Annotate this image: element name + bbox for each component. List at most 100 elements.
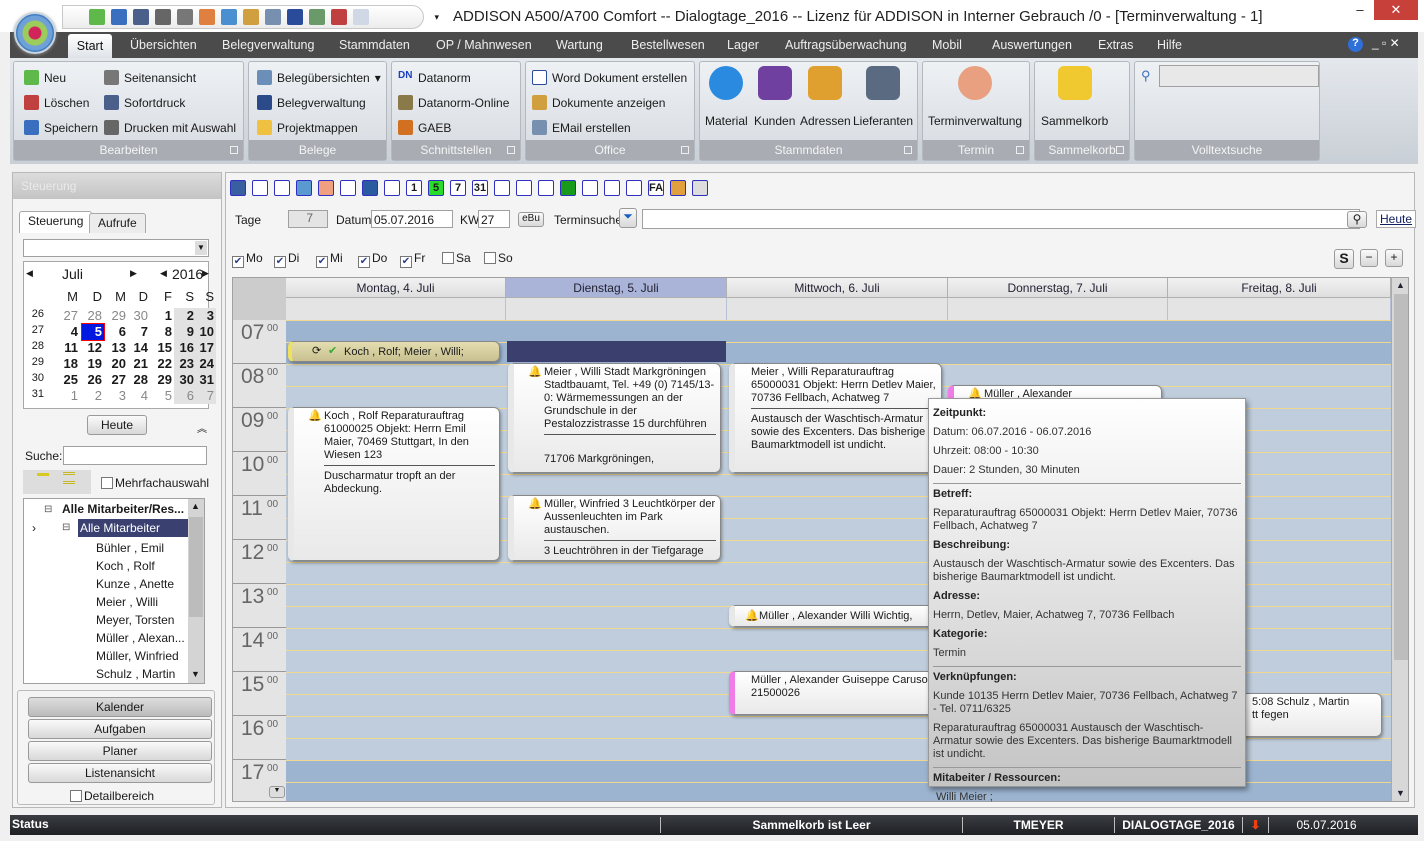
trash-icon[interactable] — [692, 180, 708, 196]
calendar-day[interactable]: 18 — [58, 356, 80, 372]
calendar-day[interactable]: 30 — [128, 308, 150, 324]
datum-input[interactable]: 05.07.2016 — [371, 210, 453, 228]
projektmappen-button[interactable]: Projektmappen — [257, 120, 358, 135]
sort-icon[interactable]: S — [1334, 249, 1354, 269]
tree-item[interactable]: Koch , Rolf — [96, 559, 155, 573]
calendar-day[interactable]: 1 — [152, 308, 174, 324]
printer-icon[interactable] — [155, 9, 171, 25]
calendar-day[interactable]: 11 — [58, 340, 80, 356]
week-view-icon[interactable]: 7 — [450, 180, 466, 196]
calendar-day[interactable]: 1 — [58, 388, 80, 404]
calendar-day[interactable]: 12 — [82, 340, 104, 356]
calendar-day[interactable]: 23 — [174, 356, 196, 372]
calendar-day[interactable]: 21 — [128, 356, 150, 372]
documents-icon[interactable] — [243, 9, 259, 25]
day-header[interactable]: Donnerstag, 7. Juli — [948, 278, 1168, 298]
weekday-checkbox-so[interactable]: So — [484, 251, 526, 268]
email-erstellen-button[interactable]: EMail erstellen — [532, 120, 631, 135]
neu-button[interactable]: Neu — [24, 70, 66, 85]
calendar-day[interactable]: 27 — [106, 372, 128, 388]
calendar-day[interactable]: 29 — [152, 372, 174, 388]
multi-calendar-icon[interactable] — [494, 180, 510, 196]
calendar-day[interactable]: 5 — [81, 323, 105, 341]
calendar-day[interactable]: 31 — [194, 372, 216, 388]
grid-scrollbar[interactable]: ▲ ▼ — [1391, 278, 1408, 801]
menu-tab-start[interactable]: Start — [68, 34, 112, 58]
next-year-icon[interactable]: ▶ — [202, 268, 209, 279]
calendar-day[interactable]: 7 — [194, 388, 216, 404]
scroll-up-icon[interactable]: ▲ — [191, 501, 200, 511]
collapse-icon[interactable]: ︽ — [197, 420, 207, 435]
dokumente-anzeigen-button[interactable]: Dokumente anzeigen — [532, 95, 665, 110]
calendar-day[interactable]: 20 — [106, 356, 128, 372]
calendar-day[interactable]: 9 — [174, 324, 196, 340]
menu-tab-hilfe[interactable]: Hilfe — [1157, 38, 1182, 52]
calendar-day[interactable]: 25 — [58, 372, 80, 388]
trash-icon[interactable] — [331, 9, 347, 25]
refresh-icon[interactable] — [362, 180, 378, 196]
person-icon[interactable] — [538, 180, 554, 196]
calendar-day[interactable]: 29 — [106, 308, 128, 324]
heute-link[interactable]: Heute — [1376, 210, 1417, 228]
preview-icon[interactable] — [252, 180, 268, 196]
calendar-day[interactable]: 7 — [128, 324, 150, 340]
search-input[interactable] — [63, 446, 207, 465]
tab-aufrufe[interactable]: Aufrufe — [89, 213, 146, 233]
calendar-day[interactable]: 6 — [174, 388, 196, 404]
tage-stepper[interactable]: 7 — [288, 210, 328, 228]
calendar-day[interactable]: 22 — [152, 356, 174, 372]
dialog-launcher-icon[interactable] — [507, 146, 515, 154]
beleguebersichten-button[interactable]: Belegübersichten ▾ — [257, 70, 381, 85]
mdi-controls[interactable]: _ ▫ ✕ — [1372, 36, 1400, 50]
kunden-button[interactable]: Kunden — [754, 66, 795, 128]
arrow-down-icon[interactable]: ⬇ — [1242, 817, 1268, 833]
time-slot-row[interactable] — [286, 320, 1391, 342]
prev-year-icon[interactable]: ◀ — [160, 268, 167, 279]
datanorm-online-button[interactable]: Datanorm-Online — [398, 95, 509, 110]
outlook-sync-icon[interactable] — [626, 180, 642, 196]
help-icon[interactable]: ? — [1348, 37, 1363, 52]
tree-item[interactable]: Meier , Willi — [96, 595, 158, 609]
sammelkorb-button[interactable]: Sammelkorb — [1041, 66, 1108, 128]
gaeb-button[interactable]: GAEB — [398, 120, 451, 135]
notes-icon[interactable] — [340, 180, 356, 196]
calendar-day[interactable]: 10 — [194, 324, 216, 340]
print-direct-icon[interactable] — [133, 9, 149, 25]
selected-time-slot[interactable] — [507, 341, 726, 362]
dialog-launcher-icon[interactable] — [1016, 146, 1024, 154]
ebu-button[interactable]: eBu — [518, 212, 544, 227]
calendar-day[interactable]: 4 — [58, 324, 80, 340]
dialog-launcher-icon[interactable] — [904, 146, 912, 154]
loeschen-button[interactable]: Löschen — [24, 95, 89, 110]
scroll-times-icon[interactable]: ▼ — [269, 786, 285, 798]
search-button[interactable]: ⚲ — [1347, 211, 1367, 228]
filter-clear-icon[interactable]: ⏷ — [619, 208, 637, 228]
calendar-day[interactable]: 3 — [106, 388, 128, 404]
window-icon[interactable] — [353, 9, 369, 25]
menu-tab-uebersichten[interactable]: Übersichten — [130, 38, 197, 52]
tree-root[interactable]: Alle Mitarbeiter/Res... — [62, 502, 184, 516]
menu-tab-auswertungen[interactable]: Auswertungen — [992, 38, 1072, 52]
customize-qat-icon[interactable]: ▾ — [434, 12, 439, 23]
terminsuche-input[interactable] — [642, 209, 1360, 229]
calendar-day[interactable]: 2 — [174, 308, 196, 324]
calendar-day[interactable]: 15 — [152, 340, 174, 356]
minimize-button[interactable]: – — [1344, 0, 1376, 20]
month-view-icon[interactable]: 31 — [472, 180, 488, 196]
weekday-checkbox-fr[interactable]: ✔ Fr — [400, 251, 442, 268]
all-day-cell[interactable] — [948, 298, 1168, 320]
volltextsuche-input[interactable] — [1159, 65, 1319, 87]
print-icon[interactable] — [274, 180, 290, 196]
calendar-event[interactable]: 🔔 Müller , Alexander Willi Wichtig, — [729, 605, 942, 627]
view-dropdown-icon[interactable] — [230, 180, 246, 196]
tree-group-selected[interactable]: Alle Mitarbeiter — [78, 519, 188, 537]
menu-tab-wartung[interactable]: Wartung — [556, 38, 603, 52]
tree-item[interactable]: Bühler , Emil — [96, 541, 164, 555]
app-logo[interactable] — [14, 12, 56, 54]
calendar-day[interactable]: 13 — [106, 340, 128, 356]
planer-button[interactable]: Planer — [28, 741, 212, 761]
tree-item[interactable]: Schulz , Martin — [96, 667, 175, 681]
dialog-launcher-icon[interactable] — [230, 146, 238, 154]
clock-icon[interactable] — [199, 9, 215, 25]
dialog-launcher-icon[interactable] — [1116, 146, 1124, 154]
